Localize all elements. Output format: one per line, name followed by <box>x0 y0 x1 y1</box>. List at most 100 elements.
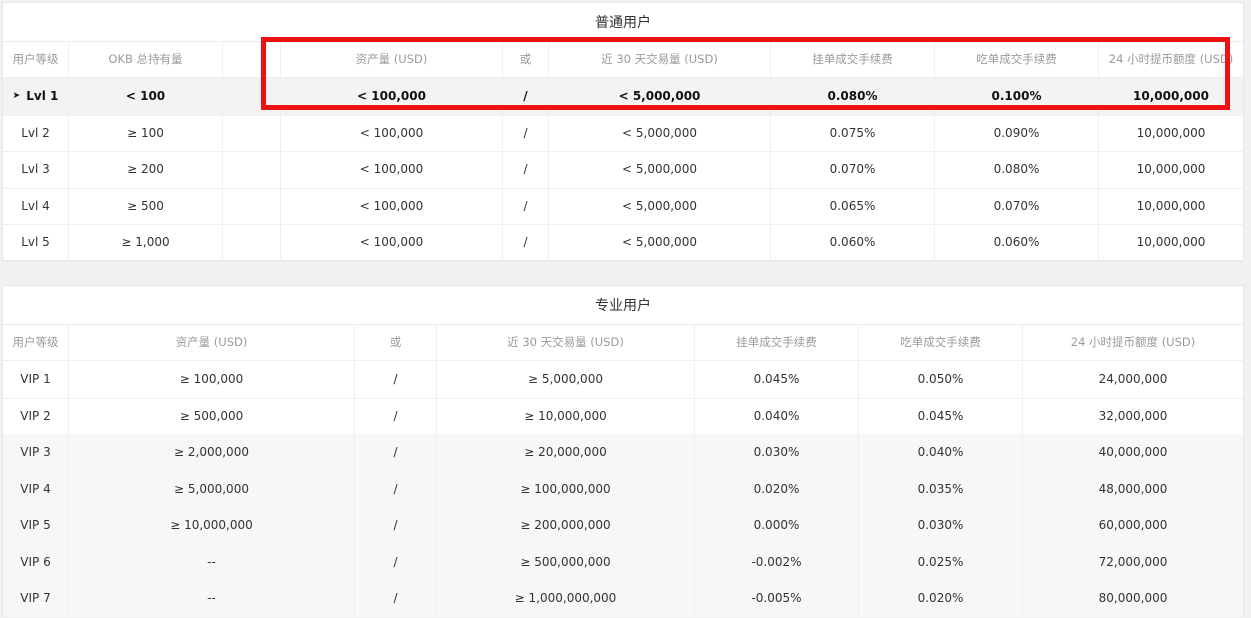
cell-level: ➤ Lvl 1 <box>3 78 69 115</box>
cell-assets: ≥ 10,000,000 <box>69 507 355 544</box>
cell-assets: < 100,000 <box>281 187 503 224</box>
cell-taker: 0.090% <box>935 114 1099 151</box>
table-row: Lvl 4 ≥ 500 < 100,000/< 5,000,000 0.065% 0.0… <box>3 187 1243 225</box>
cell-assets: -- <box>69 543 355 580</box>
column-header: 挂单成交手续费 <box>695 324 859 360</box>
table-row: VIP 5 ≥ 10,000,000/≥ 200,000,000 0.000% 0.0… <box>3 507 1243 545</box>
cell-taker: 0.080% <box>935 151 1099 188</box>
cell-taker: 0.040% <box>859 434 1023 471</box>
cell-level: Lvl 2 <box>3 114 69 151</box>
cell-maker: 0.080% <box>771 78 935 115</box>
cell-maker: 0.045% <box>695 361 859 398</box>
cell-okb: ≥ 200 <box>69 151 223 188</box>
cell-taker: 0.035% <box>859 470 1023 507</box>
cell-volume: ≥ 100,000,000 <box>437 470 695 507</box>
cell-empty <box>223 224 281 261</box>
cell-limit: 72,000,000 <box>1098 554 1168 569</box>
cell-level: VIP 2 <box>3 397 69 434</box>
cell-maker: 0.075% <box>771 114 935 151</box>
cell-level: Lvl 3 <box>3 151 69 188</box>
cell-taker: 0.045% <box>859 397 1023 434</box>
cell-empty <box>223 151 281 188</box>
table-row: VIP 6 -- / ≥ 500,000,000 -0.002% 0.025% 72,000… <box>3 543 1243 581</box>
cell-assets: ≥ 100,000 <box>69 361 355 398</box>
cell-volume: ≥ 20,000,000 <box>437 434 695 471</box>
cell-taker: 0.060% <box>935 224 1099 261</box>
cell-level: VIP 6 <box>3 543 69 580</box>
cell-maker: 0.030% <box>695 434 859 471</box>
table-row: Lvl 3 ≥ 200 < 100,000/< 5,000,000 0.070% 0.0… <box>3 151 1243 189</box>
regular-header-row: 用户等级 OKB 总持有量 资产量 (USD) 或近 30 天交易量 (USD) 挂单成… <box>3 41 1243 78</box>
cell-or: / <box>355 434 437 471</box>
cell-limit: 60,000,000 <box>1098 518 1168 533</box>
cell-or: / <box>355 397 437 434</box>
column-header: 或 <box>355 324 437 360</box>
cell-volume: ≥ 10,000,000 <box>437 397 695 434</box>
column-header: 用户等级 <box>3 324 69 360</box>
cell-level: VIP 7 <box>3 580 69 617</box>
cell-or: / <box>503 151 549 188</box>
cell-maker: 0.060% <box>771 224 935 261</box>
cell-taker: 0.070% <box>935 187 1099 224</box>
column-header: 或 <box>503 41 549 77</box>
cell-maker: -0.005% <box>695 580 859 617</box>
cell-taker: 0.050% <box>859 361 1023 398</box>
cell-limit: 10,000,000 <box>1133 89 1209 104</box>
column-header: 吃单成交手续费 <box>935 41 1099 77</box>
column-header: 24 小时提币额度 (USD) <box>1070 335 1196 349</box>
cell-or: / <box>503 114 549 151</box>
cell-level: VIP 4 <box>3 470 69 507</box>
cell-okb: ≥ 1,000 <box>69 224 223 261</box>
cell-or: / <box>503 78 549 115</box>
cell-or: / <box>355 507 437 544</box>
cell-or: / <box>503 224 549 261</box>
cell-assets: -- <box>69 580 355 617</box>
cell-maker: 0.020% <box>695 470 859 507</box>
cell-maker: 0.070% <box>771 151 935 188</box>
cell-taker: 0.020% <box>859 580 1023 617</box>
cell-or: / <box>503 187 549 224</box>
table-row: Lvl 5 ≥ 1,000 < 100,000/< 5,000,000 0.060% 0… <box>3 224 1243 262</box>
cell-empty <box>223 78 281 115</box>
pro-header-row: 用户等级 资产量 (USD) 或近 30 天交易量 (USD) 挂单成交手续费 吃单成交… <box>3 324 1243 361</box>
cell-empty <box>223 114 281 151</box>
cell-limit: 24,000,000 <box>1098 372 1168 387</box>
cell-level: VIP 5 <box>3 507 69 544</box>
cell-taker: 0.025% <box>859 543 1023 580</box>
column-header: 24 小时提币额度 (USD) <box>1108 52 1234 66</box>
pro-users-table: 专业用户 用户等级 资产量 (USD) 或近 30 天交易量 (USD) 挂单成交手续… <box>2 285 1244 618</box>
cell-okb: ≥ 100 <box>69 114 223 151</box>
table-row: VIP 1 ≥ 100,000/≥ 5,000,000 0.045% 0.050% 24… <box>3 361 1243 399</box>
cell-level-text: Lvl 1 <box>26 89 59 104</box>
cell-empty <box>223 187 281 224</box>
column-header: 近 30 天交易量 (USD) <box>549 41 771 77</box>
cell-maker: 0.065% <box>771 187 935 224</box>
cell-okb: < 100 <box>69 78 223 115</box>
cell-volume: < 5,000,000 <box>549 151 771 188</box>
table-row: ➤ Lvl 1 < 100 < 100,000/< 5,000,000 0.080% 0.… <box>3 78 1243 116</box>
cell-okb: ≥ 500 <box>69 187 223 224</box>
table-row: Lvl 2 ≥ 100 < 100,000/< 5,000,000 0.075% 0.0… <box>3 114 1243 152</box>
cell-or: / <box>355 361 437 398</box>
column-header: 挂单成交手续费 <box>771 41 935 77</box>
cell-taker: 0.100% <box>935 78 1099 115</box>
cell-volume: < 5,000,000 <box>549 187 771 224</box>
cell-assets: < 100,000 <box>281 224 503 261</box>
cell-assets: < 100,000 <box>281 151 503 188</box>
cell-taker: 0.030% <box>859 507 1023 544</box>
cell-limit: 80,000,000 <box>1098 591 1168 606</box>
cell-volume: ≥ 5,000,000 <box>437 361 695 398</box>
regular-users-table: 普通用户 用户等级 OKB 总持有量 资产量 (USD) 或近 30 天交易量 (US… <box>2 2 1244 262</box>
column-header: 近 30 天交易量 (USD) <box>437 324 695 360</box>
cell-limit: 40,000,000 <box>1098 445 1168 460</box>
column-header: OKB 总持有量 <box>69 41 223 77</box>
cell-limit: 10,000,000 <box>1136 162 1206 177</box>
cell-volume: ≥ 500,000,000 <box>437 543 695 580</box>
cell-or: / <box>355 580 437 617</box>
column-header: 资产量 (USD) <box>69 324 355 360</box>
table-row: VIP 2 ≥ 500,000/≥ 10,000,000 0.040% 0.045% 3… <box>3 397 1243 435</box>
column-header: 用户等级 <box>3 41 69 77</box>
cell-volume: < 5,000,000 <box>549 114 771 151</box>
column-header: 吃单成交手续费 <box>859 324 1023 360</box>
table-row: VIP 4 ≥ 5,000,000/≥ 100,000,000 0.020% 0.03… <box>3 470 1243 508</box>
